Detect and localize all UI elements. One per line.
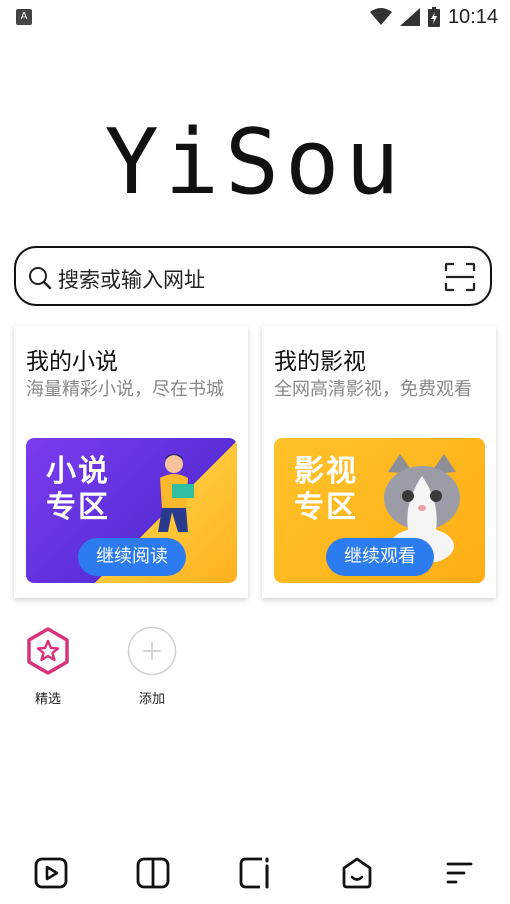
clock: 10:14	[447, 5, 498, 28]
play-icon[interactable]	[34, 856, 68, 890]
search-icon	[29, 267, 52, 290]
shortcut-featured[interactable]: 精选	[18, 626, 78, 707]
continue-watching-button[interactable]: 继续观看	[326, 538, 434, 576]
card-title: 我的小说	[26, 349, 118, 375]
search-input[interactable]: 搜索或输入网址	[58, 264, 205, 294]
battery-charging-icon	[427, 7, 440, 27]
shortcut-label: 精选	[34, 692, 61, 707]
search-bar[interactable]: 搜索或输入网址	[14, 246, 492, 306]
bottom-navigation	[0, 846, 510, 900]
card-title: 我的影视	[274, 349, 366, 375]
app-logo: YiSou	[104, 110, 406, 215]
video-banner[interactable]: 影视 专区 继续观看	[274, 438, 485, 583]
signal-icon	[399, 8, 420, 26]
novel-banner[interactable]: 小说 专区 继续阅读	[26, 438, 237, 583]
shortcut-add[interactable]: 添加	[122, 626, 182, 707]
notification-icon: A	[16, 9, 32, 25]
status-bar: A 10:14	[0, 0, 510, 34]
status-indicators: 10:14	[369, 4, 498, 30]
card-description: 全网高清影视，免费观看	[274, 379, 472, 400]
scan-icon[interactable]	[444, 262, 476, 292]
shortcut-label: 添加	[138, 692, 165, 707]
star-hexagon-icon	[27, 627, 69, 675]
reader-illustration	[158, 454, 194, 532]
novel-card[interactable]: 我的小说 海量精彩小说，尽在书城 小说 专区 继续阅读	[14, 326, 248, 598]
video-card[interactable]: 我的影视 全网高清影视，免费观看 影视 专区 继续观看	[262, 326, 496, 598]
home-icon[interactable]	[340, 856, 374, 890]
plus-icon	[127, 626, 177, 676]
card-description: 海量精彩小说，尽在书城	[26, 379, 224, 400]
menu-icon[interactable]	[442, 856, 476, 890]
wifi-icon	[369, 8, 392, 25]
tabs-icon[interactable]	[238, 856, 272, 890]
screen: A 10:14 YiSou 搜索或输入网址 我的小说 海量精彩小说，尽在书城 小…	[0, 0, 510, 904]
banner-title: 小说 专区	[46, 454, 110, 525]
book-icon[interactable]	[136, 856, 170, 890]
continue-reading-button[interactable]: 继续阅读	[78, 538, 186, 576]
banner-title: 影视 专区	[294, 454, 358, 525]
